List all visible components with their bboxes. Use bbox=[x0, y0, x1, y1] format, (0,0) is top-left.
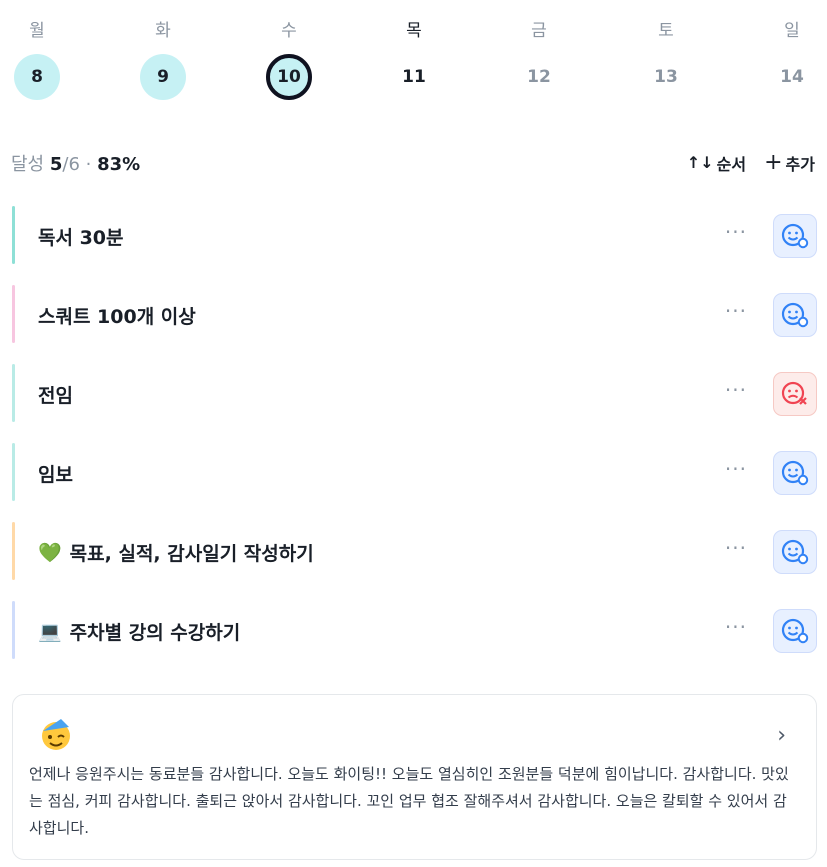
habit-color-bar bbox=[12, 285, 15, 343]
sort-button[interactable]: ↑↓ 순서 bbox=[687, 150, 746, 175]
habit-emoji-icon: 💚 bbox=[38, 542, 62, 564]
mood-success-icon[interactable] bbox=[773, 293, 817, 337]
more-options-icon[interactable]: ··· bbox=[725, 220, 747, 244]
habit-row[interactable]: 스쿼트 100개 이상 ··· bbox=[12, 285, 817, 343]
date-number[interactable]: 13 bbox=[643, 54, 689, 100]
plus-icon: + bbox=[764, 150, 783, 175]
sort-label: 순서 bbox=[716, 154, 747, 174]
more-options-icon[interactable]: ··· bbox=[725, 457, 747, 481]
weekday-label: 토 bbox=[658, 21, 674, 41]
more-options-icon[interactable]: ··· bbox=[725, 378, 747, 402]
date-number[interactable]: 12 bbox=[516, 54, 562, 100]
note-text: 언제나 응원주시는 동료분들 감사합니다. 오늘도 화이팅!! 오늘도 열심히인… bbox=[29, 765, 789, 837]
habit-label: 전임 bbox=[38, 385, 73, 407]
day-13[interactable]: 토 13 bbox=[636, 0, 696, 110]
summary-done-count: 5 bbox=[49, 154, 63, 175]
date-number[interactable]: 9 bbox=[140, 54, 186, 100]
summary-percent: 83% bbox=[97, 154, 141, 175]
habit-color-bar bbox=[12, 601, 15, 659]
day-8[interactable]: 월8 bbox=[7, 0, 67, 110]
mood-success-icon[interactable] bbox=[773, 609, 817, 653]
mood-success-icon[interactable] bbox=[773, 214, 817, 258]
day-12[interactable]: 금 12 bbox=[509, 0, 569, 110]
date-number[interactable]: 10 bbox=[266, 54, 312, 100]
list-actions: ↑↓ 순서 + 추가 bbox=[687, 150, 815, 175]
habit-row[interactable]: 💻 주차별 강의 수강하기 ··· bbox=[12, 601, 817, 659]
habit-name: 전임 bbox=[38, 381, 73, 408]
weekday-label: 수 bbox=[281, 21, 297, 41]
more-options-icon[interactable]: ··· bbox=[725, 536, 747, 560]
mood-success-icon[interactable] bbox=[773, 530, 817, 574]
week-strip: 월 8 화 9 수 10 목 11 금 12 토 13 일 14 bbox=[0, 0, 827, 110]
more-options-icon[interactable]: ··· bbox=[725, 615, 747, 639]
habit-color-bar bbox=[12, 443, 15, 501]
habit-label: 임보 bbox=[38, 464, 73, 486]
habit-row[interactable]: 임보 ··· bbox=[12, 443, 817, 501]
habit-name: 스쿼트 100개 이상 bbox=[38, 302, 196, 329]
day-10[interactable]: 수 10 bbox=[259, 0, 319, 110]
more-options-icon[interactable]: ··· bbox=[725, 299, 747, 323]
weekday-label: 월 bbox=[29, 21, 45, 41]
add-button[interactable]: + 추가 bbox=[764, 150, 815, 175]
weekday-label: 일 bbox=[784, 21, 800, 41]
sort-icon: ↑↓ bbox=[686, 153, 714, 172]
habit-color-bar bbox=[12, 364, 15, 422]
date-number[interactable]: 8 bbox=[14, 54, 60, 100]
weekday-label: 목 bbox=[406, 21, 422, 41]
add-label: 추가 bbox=[785, 154, 815, 174]
habit-color-bar bbox=[12, 206, 15, 264]
day-9[interactable]: 화9 bbox=[133, 0, 193, 110]
mood-fail-icon[interactable] bbox=[773, 372, 817, 416]
day-11[interactable]: 목 11 bbox=[384, 0, 444, 110]
summary-separator: · bbox=[85, 154, 92, 175]
habit-label: 주차별 강의 수강하기 bbox=[69, 622, 241, 644]
summary-label: 달성 bbox=[11, 154, 45, 175]
weekday-label: 금 bbox=[531, 21, 547, 41]
habit-label: 스쿼트 100개 이상 bbox=[38, 306, 196, 328]
habit-name: 💻 주차별 강의 수강하기 bbox=[38, 618, 240, 645]
habit-label: 목표, 실적, 감사일기 작성하기 bbox=[69, 543, 314, 565]
habit-name: 임보 bbox=[38, 460, 73, 487]
habit-label: 독서 30분 bbox=[38, 227, 124, 249]
mood-success-icon[interactable] bbox=[773, 451, 817, 495]
date-number[interactable]: 11 bbox=[391, 54, 437, 100]
habit-row[interactable]: 독서 30분 ··· bbox=[12, 206, 817, 264]
day-14[interactable]: 일 14 bbox=[762, 0, 822, 110]
habit-name: 💚 목표, 실적, 감사일기 작성하기 bbox=[38, 539, 314, 566]
party-face-icon bbox=[39, 717, 73, 751]
habit-row[interactable]: 전임 ··· bbox=[12, 364, 817, 422]
habit-row[interactable]: 💚 목표, 실적, 감사일기 작성하기 ··· bbox=[12, 522, 817, 580]
habit-emoji-icon: 💻 bbox=[38, 621, 62, 643]
summary-total: /6 bbox=[62, 154, 80, 175]
achievement-summary: 달성 5/6 · 83% bbox=[11, 150, 140, 176]
date-number[interactable]: 14 bbox=[769, 54, 815, 100]
habit-name: 독서 30분 bbox=[38, 223, 124, 250]
weekday-label: 화 bbox=[155, 21, 171, 41]
gratitude-note-card[interactable]: › 언제나 응원주시는 동료분들 감사합니다. 오늘도 화이팅!! 오늘도 열심… bbox=[12, 694, 817, 860]
chevron-right-icon[interactable]: › bbox=[777, 723, 786, 748]
habit-color-bar bbox=[12, 522, 15, 580]
